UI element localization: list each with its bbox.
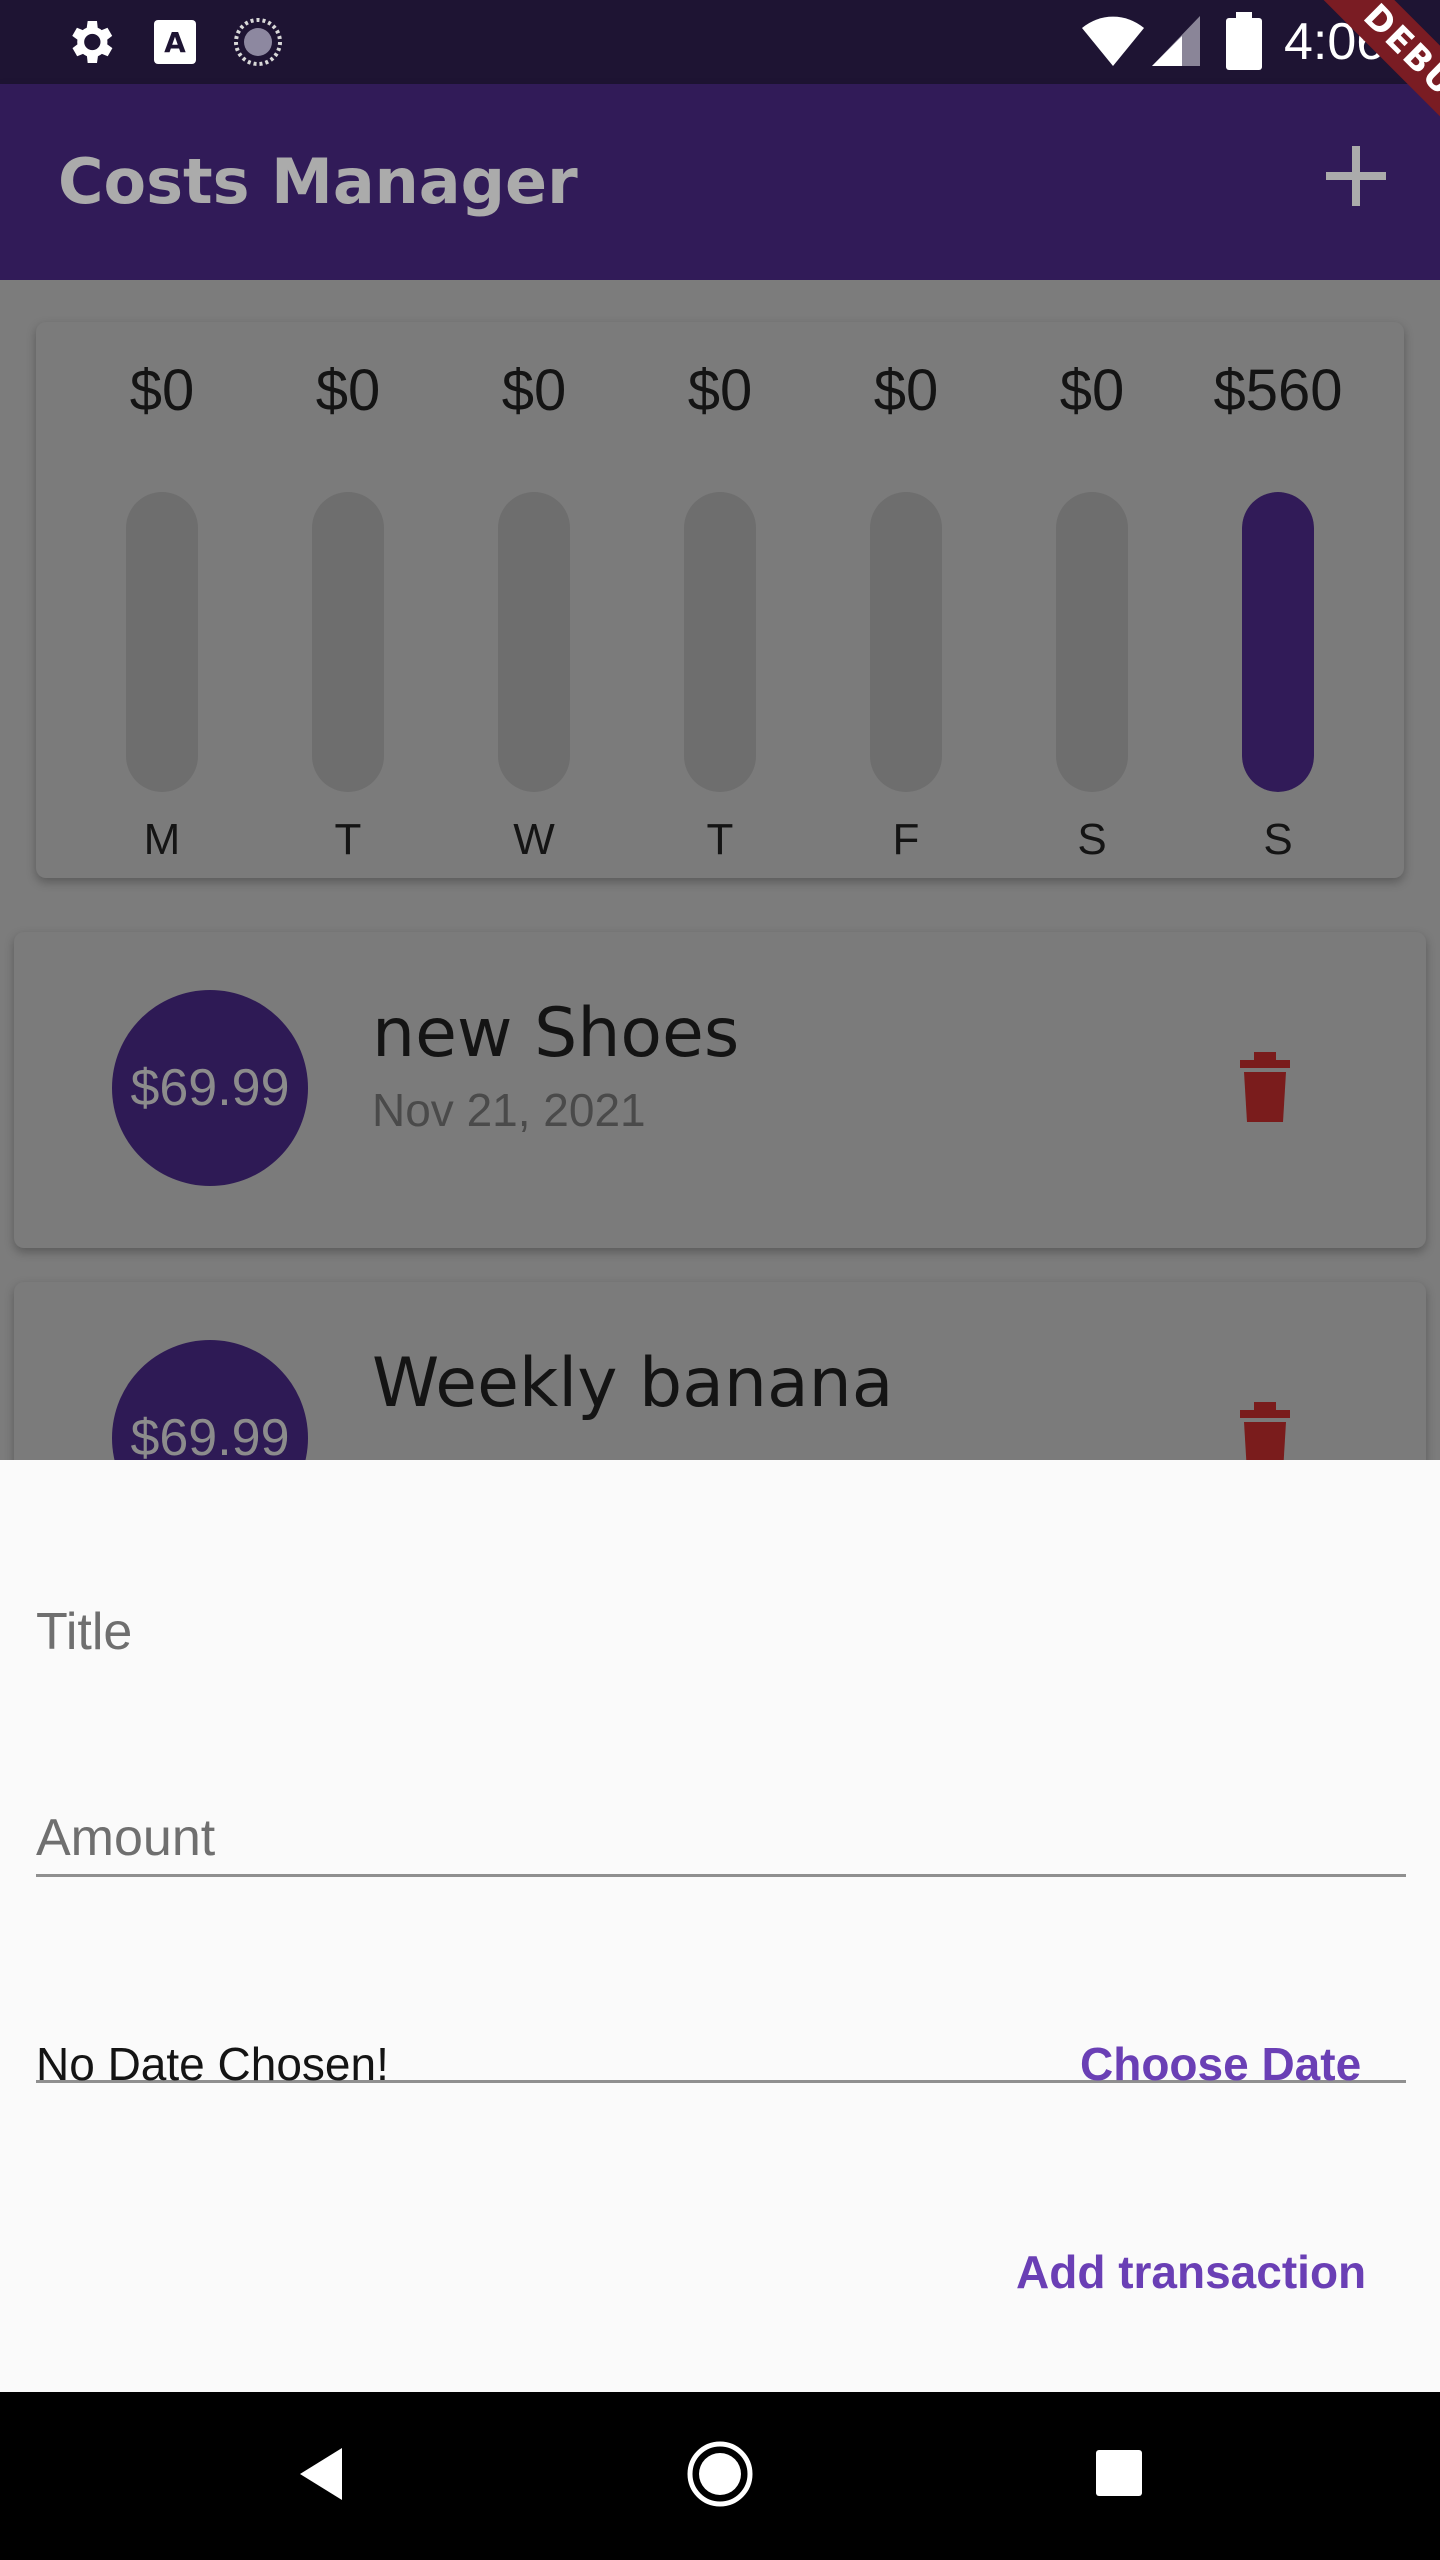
back-icon[interactable]	[296, 2446, 346, 2502]
add-transaction-submit-button[interactable]: Add transaction	[1016, 2236, 1366, 2308]
signal-icon	[1152, 16, 1200, 66]
main-content: $0 M $0 T $0 W $0 T $0 F $0 S $560 S $69…	[0, 280, 1440, 1460]
keyboard-a-icon: A	[154, 20, 196, 64]
choose-date-button[interactable]: Choose Date	[1080, 2028, 1361, 2100]
trash-icon	[1240, 1402, 1290, 1460]
transaction-card: $69.99 Weekly banana	[14, 1282, 1426, 1460]
bar-amount: $0	[129, 358, 195, 423]
chart-bar-saturday: $0 S	[1022, 322, 1162, 878]
status-clock: 4:06	[1284, 13, 1386, 71]
svg-text:A: A	[164, 26, 186, 59]
bar-day-label: W	[513, 815, 555, 864]
bar-day-label: S	[1077, 815, 1107, 864]
title-field[interactable]: Title	[36, 1600, 1406, 1877]
home-icon[interactable]	[686, 2440, 754, 2508]
bar-track	[684, 492, 756, 792]
bar-track	[126, 492, 198, 792]
bar-amount: $0	[687, 358, 753, 423]
bar-day-label: S	[1263, 815, 1293, 864]
transaction-title: Weekly banana	[372, 1344, 894, 1423]
chart-bar-sunday: $560 S	[1208, 322, 1348, 878]
app-bar: Costs Manager	[0, 84, 1440, 280]
amount-field[interactable]: Amount	[36, 1806, 1406, 2083]
chart-bar-thursday: $0 T	[650, 322, 790, 878]
transaction-date: Nov 21, 2021	[372, 1084, 646, 1136]
chart-bar-wednesday: $0 W	[464, 322, 604, 878]
bar-amount: $0	[1059, 358, 1125, 423]
page-title: Costs Manager	[58, 145, 578, 218]
plus-icon	[1326, 146, 1386, 206]
bar-fill	[1242, 492, 1314, 792]
chart-bar-monday: $0 M	[92, 322, 232, 878]
bar-amount: $560	[1213, 358, 1343, 423]
bar-track	[312, 492, 384, 792]
delete-transaction-button[interactable]	[1220, 1392, 1310, 1460]
bar-day-label: M	[143, 815, 181, 864]
bar-amount: $0	[315, 358, 381, 423]
transaction-card: $69.99 new Shoes Nov 21, 2021	[14, 932, 1426, 1248]
title-placeholder: Title	[36, 1603, 133, 1661]
bar-amount: $0	[501, 358, 567, 423]
weekly-chart-card: $0 M $0 T $0 W $0 T $0 F $0 S $560 S	[36, 322, 1404, 878]
status-bar: A 4:06	[0, 0, 1440, 84]
bar-day-label: F	[892, 815, 920, 864]
chart-bar-tuesday: $0 T	[278, 322, 418, 878]
transaction-amount-badge: $69.99	[112, 1340, 308, 1460]
bar-track	[1056, 492, 1128, 792]
bar-track	[1242, 492, 1314, 792]
bar-day-label: T	[706, 815, 734, 864]
chart-bar-friday: $0 F	[836, 322, 976, 878]
bar-day-label: T	[334, 815, 362, 864]
transaction-title: new Shoes	[372, 994, 740, 1073]
amount-placeholder: Amount	[36, 1809, 216, 1867]
transaction-amount-badge: $69.99	[112, 990, 308, 1186]
recents-icon[interactable]	[1096, 2450, 1142, 2496]
bar-track	[498, 492, 570, 792]
wifi-icon	[1082, 16, 1144, 66]
settings-icon	[72, 21, 113, 63]
add-transaction-button[interactable]	[1320, 140, 1392, 212]
system-nav-bar	[0, 2392, 1440, 2560]
battery-icon	[1226, 12, 1262, 70]
bar-amount: $0	[873, 358, 939, 423]
trash-icon	[1240, 1052, 1290, 1122]
bar-track	[870, 492, 942, 792]
delete-transaction-button[interactable]	[1220, 1042, 1310, 1132]
new-transaction-sheet: Title Amount No Date Chosen! Choose Date…	[0, 1460, 1440, 2392]
sync-spinner-icon	[234, 18, 282, 66]
date-status-text: No Date Chosen!	[36, 2038, 389, 2090]
